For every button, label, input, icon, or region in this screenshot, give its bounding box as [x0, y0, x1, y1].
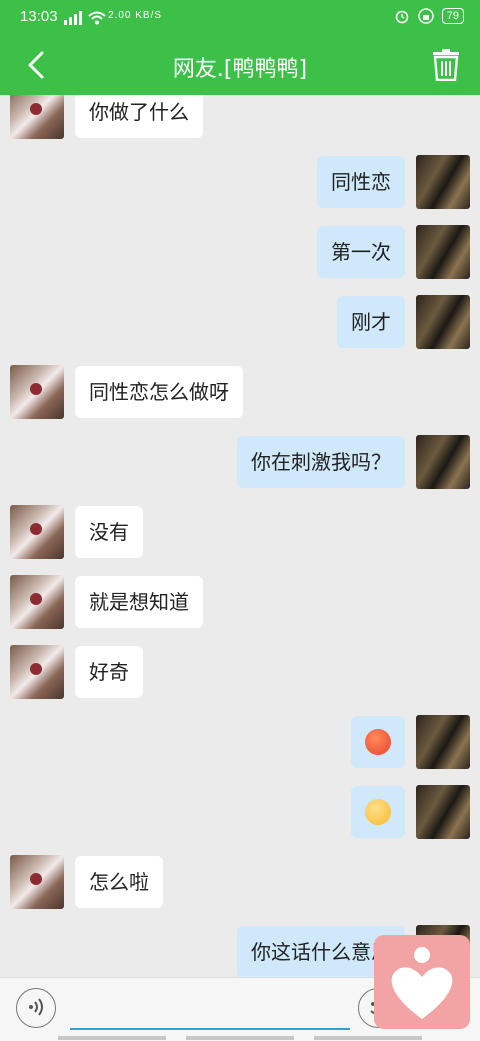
message-row: 同性恋	[0, 155, 480, 209]
voice-button[interactable]	[16, 988, 56, 1028]
message-bubble[interactable]: 就是想知道	[75, 576, 203, 628]
message-row: 第一次	[0, 225, 480, 279]
my-avatar[interactable]	[416, 785, 470, 839]
angry-face-emoji-icon	[365, 728, 391, 755]
nav-hint	[186, 1036, 294, 1040]
chat-header: 网友.[鸭鸭鸭]	[0, 36, 480, 95]
message-bubble[interactable]: 怎么啦	[75, 856, 163, 908]
voice-icon	[29, 998, 43, 1016]
fuming-face-emoji-icon	[365, 798, 391, 825]
contact-avatar[interactable]	[10, 365, 64, 419]
message-row	[0, 715, 480, 769]
message-row: 怎么啦	[0, 855, 480, 909]
message-bubble[interactable]: 你在刺激我吗？	[237, 436, 405, 488]
alarm-icon	[395, 10, 409, 24]
my-avatar[interactable]	[416, 435, 470, 489]
message-row: 就是想知道	[0, 575, 480, 629]
message-row: 同性恋怎么做呀	[0, 365, 480, 419]
nav-hint	[58, 1036, 166, 1040]
heart-person-icon	[391, 947, 453, 1019]
message-bubble[interactable]	[351, 786, 405, 838]
my-avatar[interactable]	[416, 715, 470, 769]
contact-avatar[interactable]	[10, 505, 64, 559]
floating-heart-button[interactable]	[374, 935, 470, 1029]
signal-icon	[64, 11, 82, 25]
chat-title: 网友.[鸭鸭鸭]	[172, 57, 308, 82]
message-bubble[interactable]: 第一次	[317, 226, 405, 278]
message-bubble[interactable]	[351, 716, 405, 768]
message-bubble[interactable]: 好奇	[75, 646, 143, 698]
message-row: 没有	[0, 505, 480, 559]
message-list[interactable]: 你做了什么 同性恋 第一次 刚才 同性恋怎么做呀 你在刺激我吗？ 没有 就是想知…	[0, 95, 480, 977]
message-row: 好奇	[0, 645, 480, 699]
wifi-icon	[88, 11, 106, 25]
message-row: 刚才	[0, 295, 480, 349]
status-bar: 13:03 2.00 KB/S 79	[0, 0, 480, 36]
contact-avatar[interactable]	[10, 575, 64, 629]
message-row: 你做了什么	[0, 95, 480, 139]
message-bubble[interactable]: 你做了什么	[75, 95, 203, 138]
message-input[interactable]	[70, 990, 350, 1030]
message-bubble[interactable]: 同性恋	[317, 156, 405, 208]
battery-indicator: 79	[441, 8, 464, 24]
network-speed: 2.00 KB/S	[108, 10, 163, 21]
status-time: 13:03	[20, 8, 58, 25]
message-row: 你在刺激我吗？	[0, 435, 480, 489]
contact-avatar[interactable]	[10, 95, 64, 139]
message-row	[0, 785, 480, 839]
my-avatar[interactable]	[416, 225, 470, 279]
contact-avatar[interactable]	[10, 855, 64, 909]
contact-avatar[interactable]	[10, 645, 64, 699]
lock-icon	[418, 8, 434, 24]
trash-icon[interactable]	[432, 49, 460, 81]
message-bubble[interactable]: 刚才	[337, 296, 405, 348]
nav-hint	[314, 1036, 422, 1040]
message-bubble[interactable]: 同性恋怎么做呀	[75, 366, 243, 418]
message-bubble[interactable]: 没有	[75, 506, 143, 558]
my-avatar[interactable]	[416, 155, 470, 209]
my-avatar[interactable]	[416, 295, 470, 349]
status-right: 79	[394, 8, 464, 24]
